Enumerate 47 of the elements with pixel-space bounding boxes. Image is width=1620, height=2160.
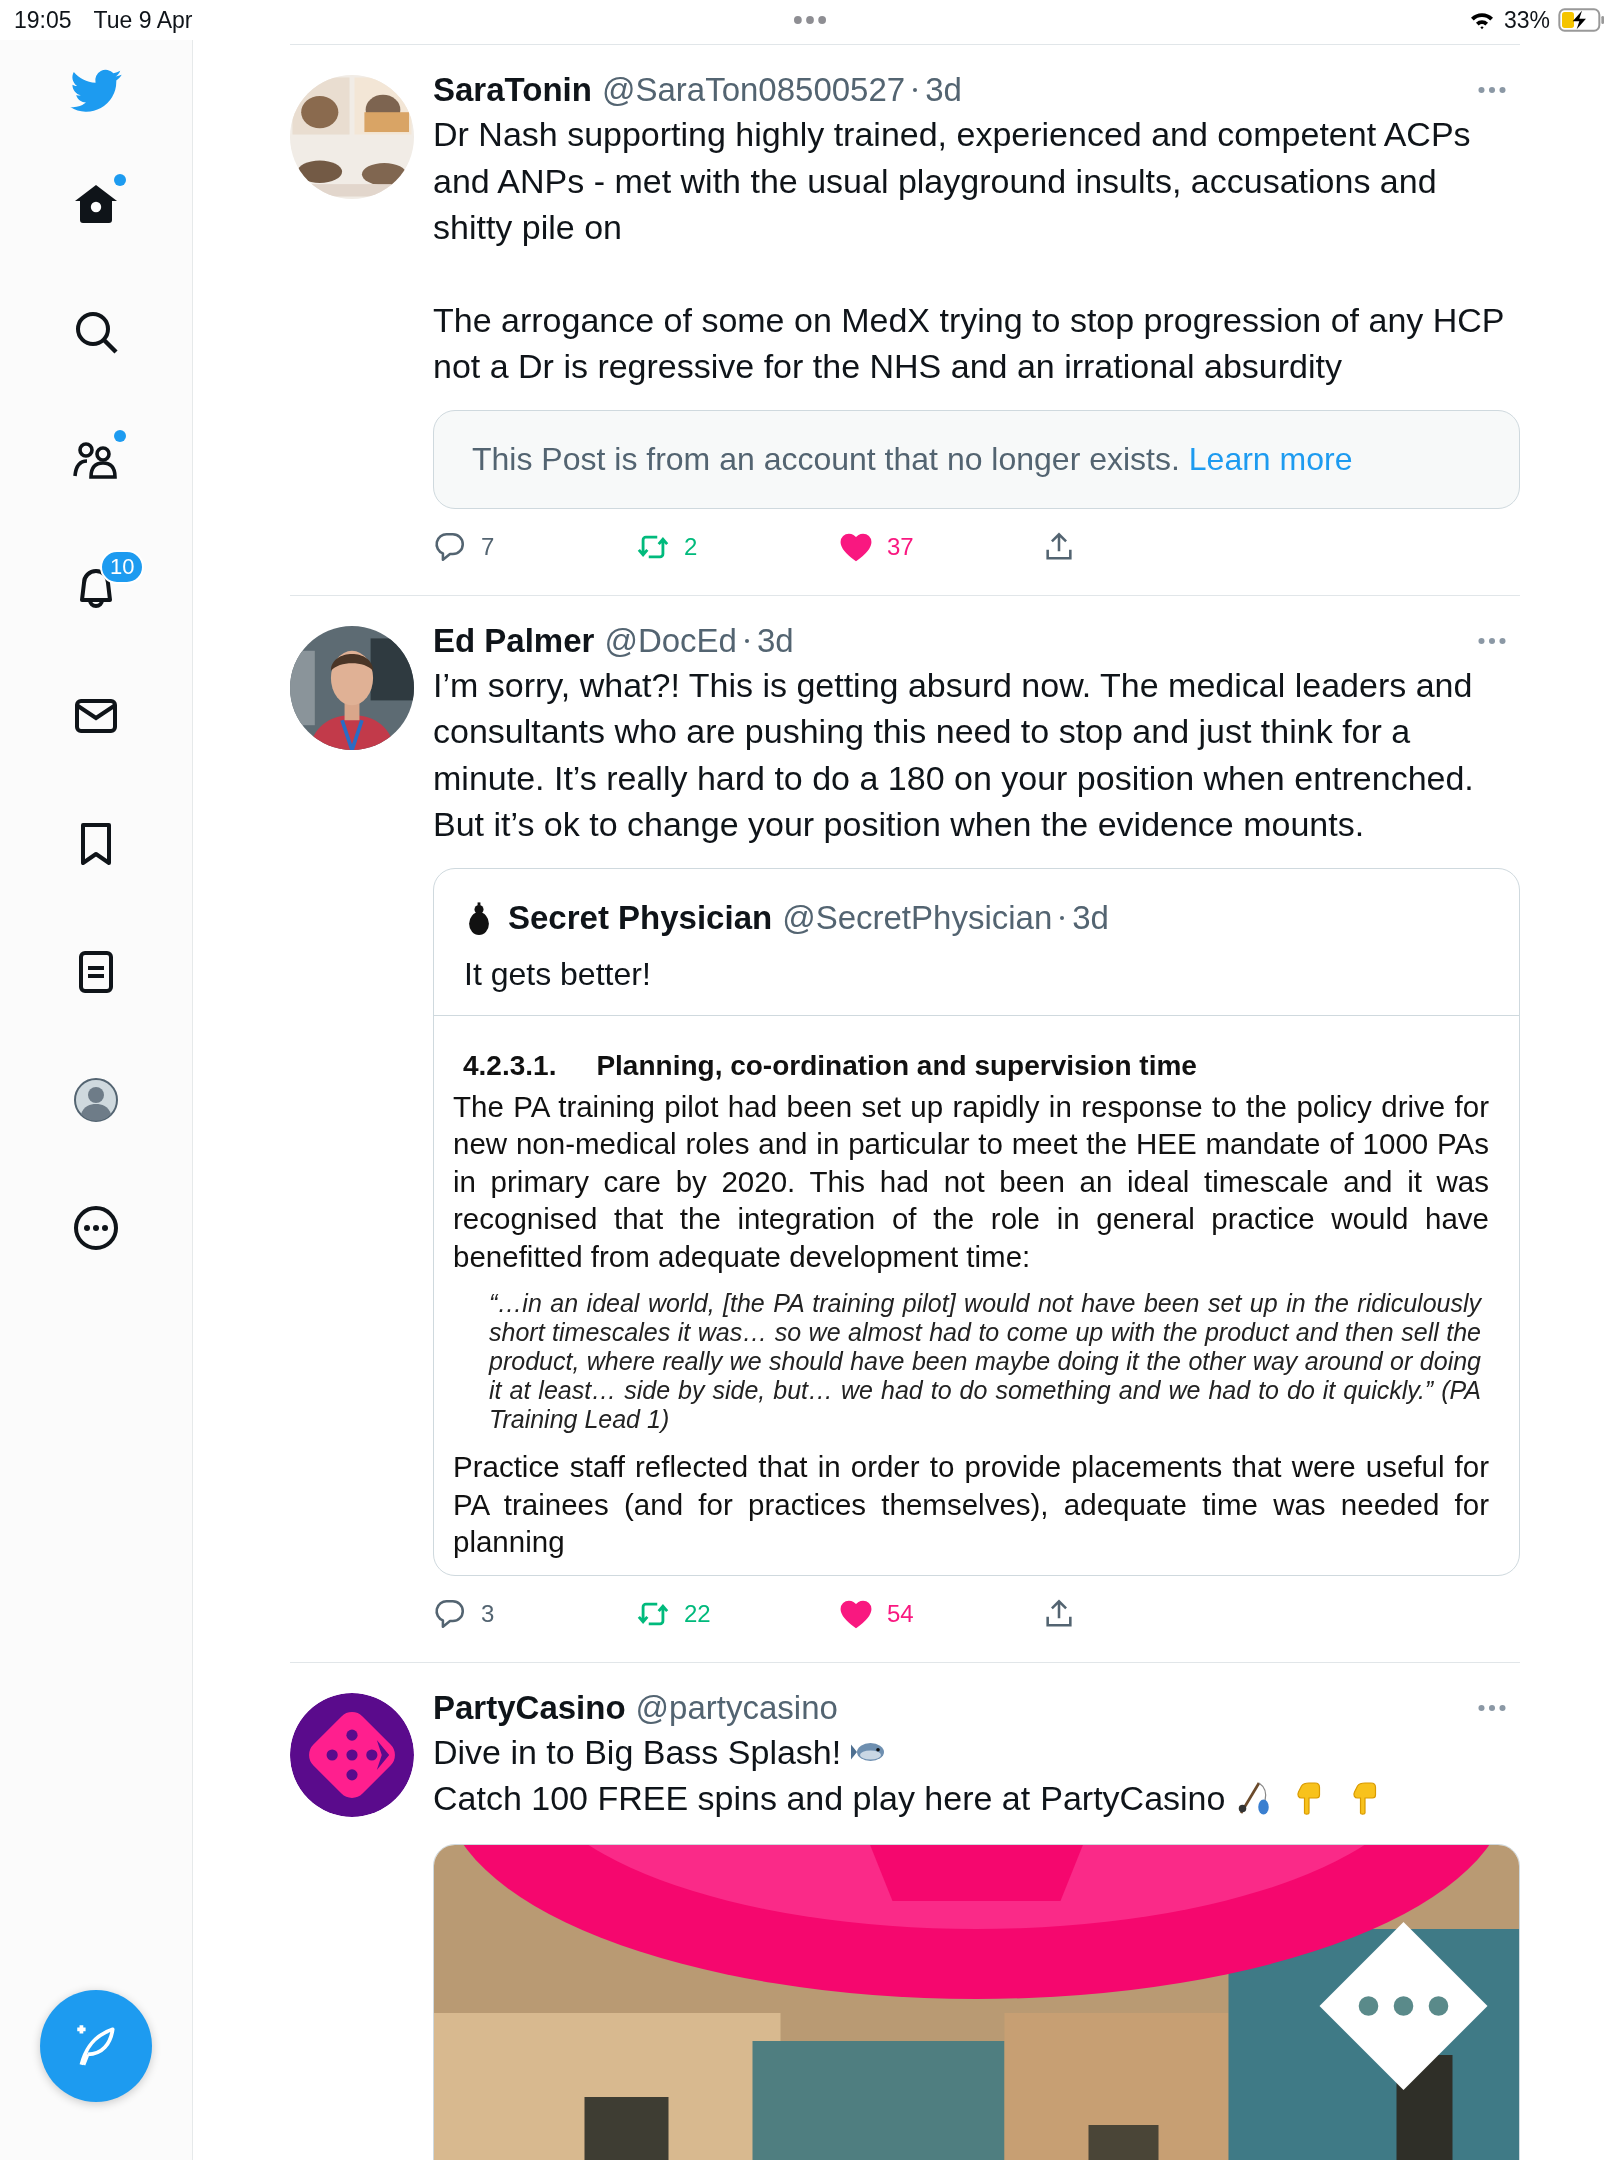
author-name[interactable]: Ed Palmer — [433, 621, 595, 660]
section-number: 4.2.3.1. — [463, 1049, 557, 1082]
quoted-post-card[interactable] — [433, 867, 1520, 1576]
author-handle[interactable]: @SaraTon08500527 — [601, 71, 906, 109]
status-time: 19:05 — [14, 6, 72, 34]
post-time[interactable]: 3d — [757, 621, 794, 660]
more-icon[interactable] — [72, 1204, 120, 1252]
repost-count: 22 — [684, 1599, 711, 1628]
author-name[interactable]: Secret Physician — [508, 898, 773, 937]
notice-text: This Post is from an account that no longer exists. Learn more — [472, 440, 1354, 478]
notification-badge: 10 — [100, 550, 145, 584]
author-handle[interactable]: @DocEd — [604, 621, 737, 660]
separator-dot — [1060, 915, 1065, 920]
repost-count: 2 — [684, 532, 698, 561]
post-time[interactable]: 3d — [925, 71, 962, 109]
compose-button[interactable] — [40, 1990, 152, 2102]
author-name[interactable]: SaraTonin — [433, 71, 592, 109]
author-handle[interactable]: @SecretPhysician — [782, 898, 1053, 937]
separator-dot — [745, 638, 749, 643]
document-paragraph: The PA training pilot had been set up rapidly in response to the policy drive for new non-medical roles and in particular to meet the HEE mandate of 1000 PAs in primary care by 2020. This had not been an ideal timescale and it was recognised that the integration of the role in general practice would have benefitted from adequate development time: — [453, 1088, 1489, 1275]
battery-icon — [1558, 8, 1606, 32]
dice-logo-icon — [290, 1692, 414, 1817]
post-text: I’m sorry, what?! This is getting absurd now. The medical leaders and consultants who are pushing this need to stop and just think for a minute. It’s really hard to do a 180 on your position when entrenched. But it’s ok to change your position when the evidence mounts. — [433, 665, 1474, 843]
post-text: The arrogance of some on MedX trying to stop progression of any HCP not a Dr is regressive for the NHS and an irrational absurdity — [433, 300, 1504, 385]
heart-count: 37 — [887, 532, 914, 561]
post-text: Catch 100 FREE spins and play here at — [433, 1779, 1031, 1817]
quoted-post-text: It gets better! — [464, 954, 652, 994]
post-text: PartyCasino — [1040, 1779, 1226, 1817]
author-handle[interactable]: @partycasino — [635, 1688, 838, 1727]
more-options-icon[interactable] — [1478, 636, 1506, 645]
post-text: Dr Nash supporting highly trained, experienced and competent ACPs and ANPs - met with the usual playground insults, accusations and shitty pile on — [433, 115, 1471, 246]
section-heading: Planning, co-ordination and supervision time — [596, 1049, 1197, 1082]
separator-dot — [913, 88, 918, 92]
more-options-icon[interactable] — [1478, 1703, 1506, 1712]
author-name[interactable]: PartyCasino — [433, 1688, 626, 1727]
post-text: Dive in to Big Bass Splash! — [433, 1732, 842, 1771]
heart-count: 54 — [887, 1599, 914, 1628]
more-options-icon[interactable] — [1478, 86, 1506, 94]
status-date: Tue 9 Apr — [93, 6, 193, 34]
reply-count: 7 — [481, 532, 495, 561]
post-time[interactable]: 3d — [1072, 898, 1109, 937]
battery-percent: 33% — [1503, 6, 1550, 34]
reply-count: 3 — [481, 1599, 495, 1628]
document-quote: “…in an ideal world, [the PA training pilot] would not have been set up in the ridiculously short timescales it was… so we almost had to come up with the product and then sell the product, where really we should have been maybe doing it the other way around or doing it at least… side by side, but… we had to do something and we had to do it quickly.” (PA Training Lead 1) — [489, 1289, 1481, 1434]
avatar-icon[interactable] — [72, 1076, 120, 1124]
multitasking-icon[interactable] — [793, 15, 827, 25]
document-paragraph: Practice staff reflected that in order to provide placements that were useful for PA trainees (and for practices themselves), adequate time was needed for planning — [453, 1449, 1489, 1560]
